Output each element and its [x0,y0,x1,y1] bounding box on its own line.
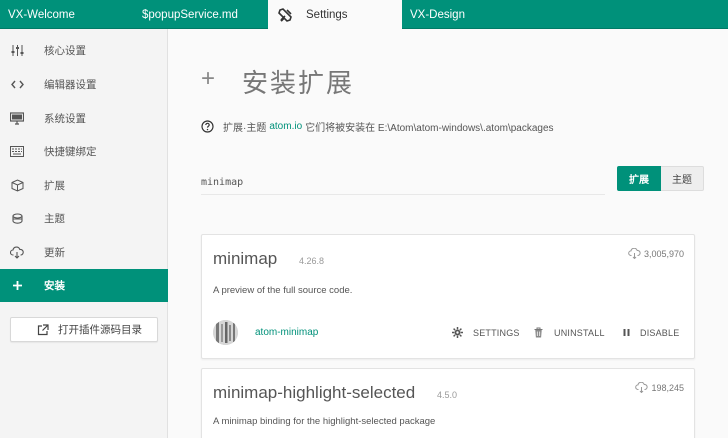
gear-icon [452,327,463,338]
author-avatar[interactable] [213,320,238,345]
sidebar-item-packages[interactable]: 扩展 [0,169,168,202]
sidebar-item-label: 主题 [44,213,65,225]
sidebar-item-updates[interactable]: 更新 [0,236,168,269]
package-description: A minimap binding for the highlight-sele… [213,416,436,427]
disable-label: DISABLE [640,327,680,338]
sidebar-item-label: 系统设置 [44,113,86,125]
keyboard-icon [10,144,24,158]
download-count: 198,245 [635,381,684,394]
package-search-input[interactable] [201,171,605,193]
package-theme-toggle: 扩展 主题 [617,166,704,191]
package-name[interactable]: minimap [213,249,277,269]
section-plus-icon: + [201,65,216,92]
button-label: 打开插件源码目录 [58,324,142,336]
question-icon [201,120,214,133]
link-external-icon [37,324,49,336]
packages-toggle-button[interactable]: 扩展 [617,166,661,191]
info-prefix: 扩展·主题 [223,123,267,134]
tab-vx-design[interactable]: VX-Design [402,0,536,29]
tools-icon [278,7,294,23]
package-version: 4.5.0 [437,390,458,400]
sidebar-item-system[interactable]: 系统设置 [0,102,168,135]
package-description: A preview of the full source code. [213,285,353,296]
desktop-icon [10,111,24,125]
atom-io-link[interactable]: atom.io [269,121,302,132]
sidebar-item-keybindings[interactable]: 快捷键绑定 [0,135,168,168]
tab-label: Settings [306,8,348,21]
package-name[interactable]: minimap-highlight-selected [213,383,415,403]
install-info: 扩展·主题 atom.io 它们将被安装在 E:\Atom\atom-windo… [201,119,554,134]
cloud-download-icon [628,247,641,260]
package-icon [10,178,24,192]
tab-popup-service[interactable]: $popupService.md [134,0,268,29]
sidebar-item-core[interactable]: 核心设置 [0,34,168,67]
tab-settings[interactable]: Settings [268,0,402,29]
sliders-icon [10,43,24,57]
settings-label: SETTINGS [473,327,520,338]
package-card[interactable]: minimap-highlight-selected 4.5.0 198,245… [201,368,695,438]
install-panel: + 安装扩展 扩展·主题 atom.io 它们将被安装在 E:\Atom\ato… [169,29,728,438]
sidebar-item-label: 快捷键绑定 [44,146,97,158]
pause-icon [621,327,632,338]
settings-button[interactable]: SETTINGS [452,327,520,338]
paintcan-icon [10,211,24,225]
tab-label: VX-Design [410,8,465,21]
author-link[interactable]: atom-minimap [255,327,318,338]
info-suffix: 它们将被安装在 E:\Atom\atom-windows\.atom\packa… [305,123,554,134]
sidebar-item-label: 核心设置 [44,45,86,57]
themes-toggle-button[interactable]: 主题 [661,166,704,191]
code-icon [10,77,24,91]
sidebar-item-editor[interactable]: 编辑器设置 [0,68,168,101]
sidebar-item-label: 扩展 [44,180,65,192]
search-box [201,171,605,195]
uninstall-button[interactable]: UNINSTALL [533,327,605,338]
sidebar-item-label: 更新 [44,247,65,259]
package-card[interactable]: minimap 4.26.8 3,005,970 A preview of th… [201,234,695,359]
download-count-value: 198,245 [651,382,684,393]
plus-icon [10,278,24,292]
open-package-source-button[interactable]: 打开插件源码目录 [10,317,158,342]
page-title: 安装扩展 [242,68,355,98]
trash-icon [533,327,544,338]
sidebar-item-themes[interactable]: 主题 [0,202,168,235]
tab-bar: VX-Welcome $popupService.md Settings VX-… [0,0,728,29]
download-count-value: 3,005,970 [643,248,684,259]
disable-button[interactable]: DISABLE [621,327,679,338]
cloud-download-icon [10,245,24,259]
uninstall-label: UNINSTALL [554,327,605,338]
settings-sidebar: 核心设置 编辑器设置 系统设置 快捷键绑定 扩展 主题 更新 安装 打开插件源码… [0,29,168,438]
download-count: 3,005,970 [628,247,684,260]
sidebar-item-label: 安装 [44,280,65,292]
tab-label: VX-Welcome [8,8,75,21]
tab-vx-welcome[interactable]: VX-Welcome [0,0,134,29]
cloud-download-icon [635,381,649,394]
sidebar-item-label: 编辑器设置 [44,79,97,91]
package-version: 4.26.8 [299,256,325,266]
sidebar-item-install[interactable]: 安装 [0,269,168,302]
tab-label: $popupService.md [142,8,238,21]
